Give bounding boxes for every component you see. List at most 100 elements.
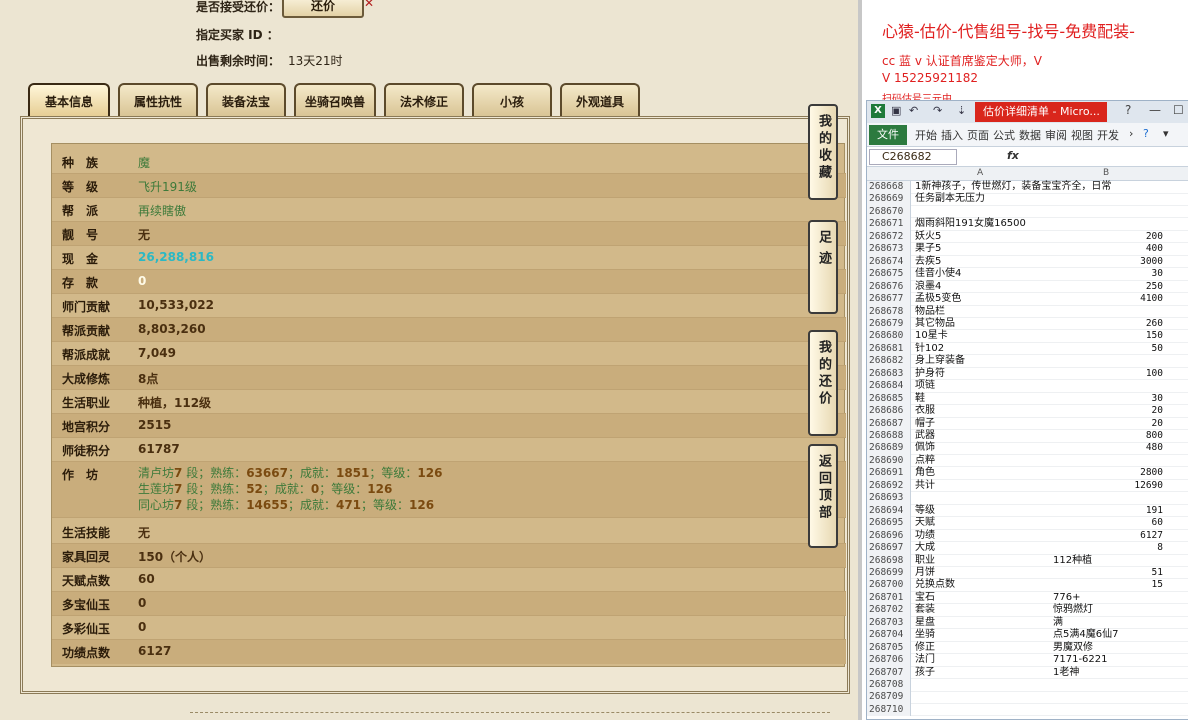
- cell-a[interactable]: 鞋: [915, 393, 925, 406]
- cell-a[interactable]: 大成: [915, 542, 935, 555]
- table-row[interactable]: 268672 妖火5 200: [867, 230, 1188, 244]
- cell-b[interactable]: 惊鸦燃灯: [1053, 604, 1093, 617]
- cell-a[interactable]: 兑换点数: [915, 579, 955, 592]
- cell-a[interactable]: 佳音小使4: [915, 268, 961, 281]
- cell-a[interactable]: 坐骑: [915, 629, 935, 642]
- table-row[interactable]: 268669 任务副本无压力: [867, 193, 1188, 206]
- cell-b[interactable]: 100: [1047, 368, 1163, 381]
- cell-a[interactable]: 法门: [915, 654, 935, 667]
- cell-b[interactable]: 12690: [1047, 480, 1163, 493]
- table-row[interactable]: 268706 法门 7171-6221: [867, 654, 1188, 667]
- cell-b[interactable]: 3000: [1047, 256, 1163, 269]
- row-number[interactable]: 268694: [867, 504, 911, 518]
- cell-a[interactable]: 物品栏: [915, 306, 945, 319]
- tab-page-layout[interactable]: 页面: [967, 127, 989, 143]
- row-number[interactable]: 268689: [867, 442, 911, 455]
- row-number[interactable]: 268706: [867, 654, 911, 667]
- customize-icon[interactable]: ⇣: [957, 104, 966, 117]
- table-row[interactable]: 268684 项链: [867, 380, 1188, 393]
- cell-a[interactable]: 等级: [915, 505, 935, 518]
- row-number[interactable]: 268692: [867, 479, 911, 493]
- save-icon[interactable]: ▣: [891, 104, 901, 117]
- row-number[interactable]: 268700: [867, 579, 911, 592]
- maximize-icon[interactable]: ☐: [1173, 103, 1184, 117]
- row-number[interactable]: 268687: [867, 417, 911, 431]
- cell-a[interactable]: 职业: [915, 555, 935, 568]
- table-row[interactable]: 268676 浪墨4 250: [867, 280, 1188, 294]
- cell-b[interactable]: 8: [1047, 542, 1163, 555]
- row-number[interactable]: 268679: [867, 317, 911, 331]
- row-number[interactable]: 268686: [867, 405, 911, 418]
- redo-icon[interactable]: ↷: [933, 104, 942, 117]
- cell-a[interactable]: 烟雨斜阳191女魔16500: [915, 218, 1026, 231]
- row-number[interactable]: 268710: [867, 703, 911, 717]
- cell-a[interactable]: 功绩: [915, 530, 935, 543]
- tab-attributes[interactable]: 属性抗性: [118, 83, 198, 117]
- cell-b[interactable]: 200: [1047, 231, 1163, 244]
- cell-a[interactable]: 身上穿装备: [915, 355, 965, 368]
- table-row[interactable]: 268692 共计 12690: [867, 479, 1188, 493]
- cell-b[interactable]: 480: [1047, 442, 1163, 455]
- table-row[interactable]: 268686 衣服 20: [867, 405, 1188, 418]
- cell-a[interactable]: 1新神孩子，传世燃灯，装备宝宝齐全，日常: [915, 181, 1111, 194]
- fx-icon[interactable]: fx: [1007, 149, 1019, 162]
- table-row[interactable]: 268696 功绩 6127: [867, 529, 1188, 543]
- cell-a[interactable]: 星盘: [915, 617, 935, 630]
- cell-b[interactable]: 7171-6221: [1053, 654, 1108, 667]
- row-number[interactable]: 268695: [867, 517, 911, 530]
- tab-review[interactable]: 审阅: [1045, 127, 1067, 143]
- cell-b[interactable]: 50: [1047, 343, 1163, 356]
- row-number[interactable]: 268705: [867, 641, 911, 655]
- cell-b[interactable]: 51: [1047, 567, 1163, 580]
- row-number[interactable]: 268699: [867, 566, 911, 580]
- cell-a[interactable]: 针102: [915, 343, 944, 356]
- cell-a[interactable]: 项链: [915, 380, 935, 393]
- row-number[interactable]: 268683: [867, 367, 911, 381]
- my-favorites-button[interactable]: 我的收藏: [808, 104, 838, 200]
- tab-basic-info[interactable]: 基本信息: [28, 83, 110, 117]
- cell-a[interactable]: 10星卡: [915, 330, 948, 343]
- row-number[interactable]: 268676: [867, 280, 911, 294]
- cell-b[interactable]: 112种植: [1053, 555, 1092, 568]
- cell-b[interactable]: 776+: [1053, 592, 1080, 605]
- cell-b[interactable]: 满: [1053, 617, 1063, 630]
- cell-b[interactable]: 20: [1047, 418, 1163, 431]
- tab-children[interactable]: 小孩: [472, 83, 552, 117]
- table-row[interactable]: 268708: [867, 679, 1188, 692]
- table-row[interactable]: 268668 1新神孩子，传世燃灯，装备宝宝齐全，日常: [867, 181, 1188, 194]
- tab-formulas[interactable]: 公式: [993, 127, 1015, 143]
- table-row[interactable]: 268681 针102 50: [867, 342, 1188, 356]
- row-number[interactable]: 268691: [867, 467, 911, 480]
- offer-button[interactable]: 还价: [282, 0, 364, 18]
- table-row[interactable]: 268689 佩饰 480: [867, 442, 1188, 455]
- cell-b[interactable]: 150: [1047, 330, 1163, 343]
- table-row[interactable]: 268673 果子5 400: [867, 243, 1188, 256]
- tab-file[interactable]: 文件: [869, 125, 907, 145]
- minimize-icon[interactable]: —: [1149, 103, 1161, 117]
- cell-a[interactable]: 帽子: [915, 418, 935, 431]
- table-row[interactable]: 268702 套装 惊鸦燃灯: [867, 604, 1188, 617]
- column-b-header[interactable]: B: [1103, 168, 1109, 178]
- chevron-right-icon[interactable]: ›: [1129, 127, 1133, 140]
- cell-b[interactable]: 男魔双修: [1053, 642, 1093, 655]
- cell-b[interactable]: 400: [1047, 243, 1163, 256]
- tab-spell-correction[interactable]: 法术修正: [384, 83, 464, 117]
- table-row[interactable]: 268695 天赋 60: [867, 517, 1188, 530]
- table-row[interactable]: 268685 鞋 30: [867, 392, 1188, 406]
- undo-icon[interactable]: ↶: [909, 104, 918, 117]
- row-number[interactable]: 268697: [867, 542, 911, 555]
- ribbon-options-icon[interactable]: ▾: [1163, 127, 1169, 140]
- help-icon[interactable]: ?: [1125, 103, 1131, 117]
- row-number[interactable]: 268701: [867, 591, 911, 605]
- cell-b[interactable]: 1老神: [1053, 667, 1079, 680]
- table-row[interactable]: 268675 佳音小使4 30: [867, 268, 1188, 281]
- cell-a[interactable]: 孟极5变色: [915, 293, 961, 306]
- table-row[interactable]: 268707 孩子 1老神: [867, 666, 1188, 680]
- cell-b[interactable]: 点5满4魔6仙7: [1053, 629, 1118, 642]
- row-number[interactable]: 268685: [867, 392, 911, 406]
- table-row[interactable]: 268674 去疾5 3000: [867, 255, 1188, 269]
- name-box[interactable]: C268682: [869, 149, 957, 165]
- cell-a[interactable]: 修正: [915, 642, 935, 655]
- cell-a[interactable]: 套装: [915, 604, 935, 617]
- table-row[interactable]: 268699 月饼 51: [867, 566, 1188, 580]
